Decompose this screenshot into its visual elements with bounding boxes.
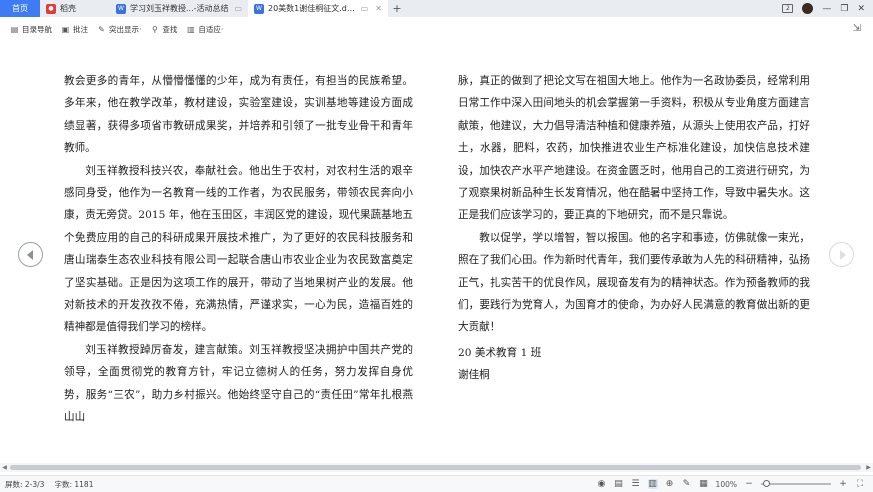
previous-page-button[interactable] [18,242,43,267]
status-controls: ◉ ▤ ☰ ▥ ⊕ ✎ ▦ 100% − + ⛶ [597,479,873,489]
horizontal-scrollbar[interactable]: ◀ ▶ [0,463,873,472]
toc-navigation-button[interactable]: ▤ 目录导航 [10,24,52,35]
fullscreen-icon[interactable]: ⛶ [855,479,865,489]
fit-button[interactable]: ▥ 自适应· [186,24,223,35]
paragraph: 刘玉祥教授踔厉奋发，建言献策。刘玉祥教授坚决拥护中国共产党的领导，全面贯彻党的教… [64,343,413,424]
find-label: 查找 [162,24,178,34]
tab-docer[interactable]: ● 稻壳 [40,0,110,17]
close-window-icon[interactable]: ✕ [857,4,865,14]
paragraph: 脉，真正的做到了把论文写在祖国大地上。他作为一名政协委员，经常利用日常工作中深入… [458,75,810,222]
minimize-icon[interactable]: — [822,4,831,14]
zoom-slider-knob[interactable] [763,480,770,487]
zoom-slider[interactable] [761,480,831,487]
scrollbar-thumb[interactable] [10,465,861,470]
highlight-label: 突出显示· [109,24,142,34]
wps-doc-icon: W [116,3,126,14]
paragraph: 教会更多的青年，从懵懵懂懂的少年，成为有责任，有担当的民族希望。多年来，他在教学… [64,75,413,155]
comment-icon: ▣ [61,24,70,34]
tab-monitor-icon[interactable]: ▭ [361,4,369,13]
tab-home[interactable]: 首页 [0,0,40,17]
window-controls: 2 — ❐ ✕ [782,0,873,17]
signature-name: 谢佳桐 [458,369,490,382]
next-page-button[interactable] [829,242,854,267]
tab-monitor-icon[interactable]: ▭ [234,4,242,13]
paragraph: 刘玉祥教授科技兴农，奉献社会。他出生于农村，对农村生活的艰辛感同身受，他作为一名… [64,164,413,334]
toc-navigation-label: 目录导航 [22,24,52,34]
page-right: 脉，真正的做到了把论文写在祖国大地上。他作为一名政协委员，经常利用日常工作中深入… [458,70,810,387]
scroll-right-icon[interactable]: ▶ [864,463,873,472]
tab-document-summary-label: 学习刘玉祥教授...-活动总结 [130,4,229,13]
fit-page-icon: ▥ [187,24,195,34]
signature-class: 20 美术教育 1 班 [458,346,542,359]
highlight-button[interactable]: ✎ 突出显示· [97,24,141,35]
tab-document-summary[interactable]: W 学习刘玉祥教授...-活动总结 ▭ [110,0,248,17]
tab-close-icon[interactable]: ✕ [375,4,382,13]
page-view-icon[interactable]: ▤ [614,479,624,489]
new-tab-button[interactable]: + [388,0,406,17]
docer-icon: ● [46,3,56,14]
tab-bar: 首页 ● 稻壳 W 学习刘玉祥教授...-活动总结 ▭ W 20美数1谢佳桐征文… [0,0,873,17]
scroll-left-icon[interactable]: ◀ [0,463,9,472]
status-bar: 屏数: 2-3/3 字数: 1181 ◉ ▤ ☰ ▥ ⊕ ✎ ▦ 100% − … [0,475,873,492]
comment-button[interactable]: ▣ 批注 [61,24,88,35]
find-button[interactable]: ⚲ 查找 [150,24,177,35]
exit-reading-icon[interactable]: ⇲ [853,23,861,34]
outline-view-icon[interactable]: ☰ [631,479,641,489]
restore-icon[interactable]: ❐ [840,4,848,14]
word-count[interactable]: 字数: 1181 [54,479,93,490]
wps-doc-icon: W [254,3,264,14]
tab-docer-label: 稻壳 [60,4,76,13]
reading-toolbar: ▤ 目录导航 ▣ 批注 ✎ 突出显示· ⚲ 查找 ▥ 自适应· ⇲ [0,17,873,41]
arrow-left-icon [26,249,33,260]
page-count: 屏数: 2-3/3 [5,479,45,489]
arrow-right-icon [839,249,846,260]
comment-label: 批注 [73,24,88,34]
zoom-out-icon[interactable]: − [744,479,754,489]
toc-icon: ▤ [10,24,19,34]
document-view: 教会更多的青年，从懵懵懂懂的少年，成为有责任，有担当的民族希望。多年来，他在教学… [0,41,873,461]
tab-document-essay[interactable]: W 20美数1谢佳桐征文.docx ▭ ✕ [248,0,388,17]
zoom-level[interactable]: 100% [716,480,737,489]
edit-pen-icon[interactable]: ✎ [682,479,692,489]
zoom-in-icon[interactable]: + [838,479,848,489]
eye-protection-icon[interactable]: ◉ [597,479,607,489]
reading-view-icon[interactable]: ▥ [647,479,658,489]
zoom-dropdown-icon[interactable]: ▦ [699,479,709,489]
tab-home-label: 首页 [12,4,28,13]
page-left: 教会更多的青年，从懵懵懂懂的少年，成为有责任，有担当的民族希望。多年来，他在教学… [64,70,413,429]
fit-label: 自适应· [198,24,224,34]
highlight-pen-icon: ✎ [98,24,105,34]
tab-document-essay-label: 20美数1谢佳桐征文.docx [268,4,357,13]
search-icon: ⚲ [151,24,158,34]
avatar[interactable] [802,3,814,14]
web-view-icon[interactable]: ⊕ [665,479,675,489]
sync-icon[interactable]: 2 [782,4,794,13]
paragraph: 教以促学，学以增智，智以报国。他的名字和事迹，仿佛就像一束光，照在了我们心田。作… [458,231,810,334]
